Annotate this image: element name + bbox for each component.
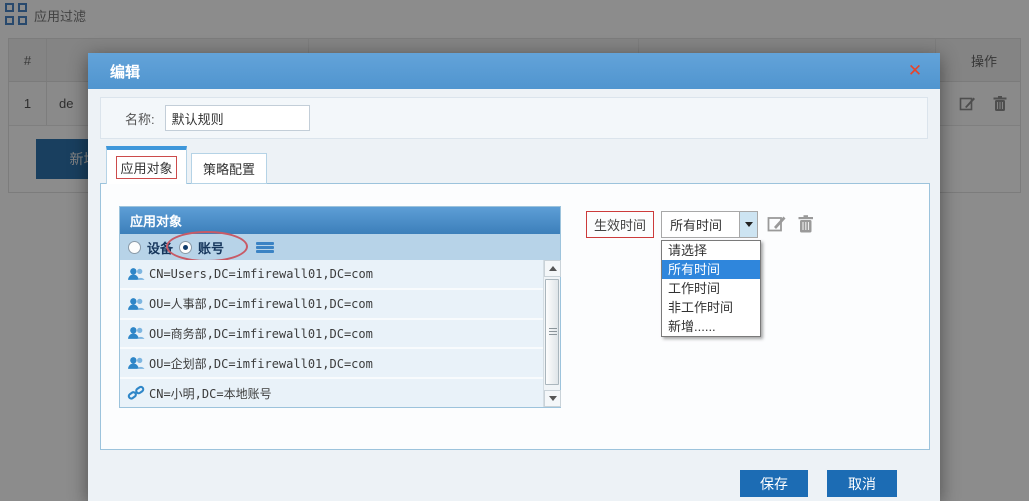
name-input[interactable] xyxy=(165,105,310,131)
name-label: 名称: xyxy=(125,109,155,128)
scrollbar-thumb[interactable] xyxy=(545,279,559,385)
list-item[interactable]: OU=人事部,DC=imfirewall01,DC=com xyxy=(120,290,543,320)
radio-account-label: 账号 xyxy=(198,238,224,257)
name-row: 名称: xyxy=(100,97,928,139)
close-icon[interactable]: ✕ xyxy=(904,60,926,82)
radio-device-label: 设备 xyxy=(147,238,173,257)
radio-device[interactable] xyxy=(128,241,141,254)
dropdown-option[interactable]: 请选择 xyxy=(662,241,760,260)
list-item[interactable]: CN=小明,DC=本地账号 xyxy=(120,379,543,407)
dropdown-option[interactable]: 新增...... xyxy=(662,317,760,336)
list-scrollbar[interactable] xyxy=(543,260,560,407)
dropdown-option[interactable]: 工作时间 xyxy=(662,279,760,298)
effective-time-dropdown: 请选择 所有时间 工作时间 非工作时间 新增...... xyxy=(661,240,761,337)
effective-time-select[interactable]: 所有时间 xyxy=(661,211,758,238)
group-icon xyxy=(127,265,145,283)
save-button[interactable]: 保存 xyxy=(740,470,808,497)
tab-apply-object[interactable]: 应用对象 xyxy=(106,146,187,184)
effective-time-label: 生效时间 xyxy=(586,211,654,238)
link-icon xyxy=(127,384,145,402)
object-type-radio-row: 设备 账号 xyxy=(120,234,560,260)
apply-object-panel-title: 应用对象 xyxy=(120,207,560,234)
cancel-button[interactable]: 取消 xyxy=(827,470,897,497)
scroll-down-icon[interactable] xyxy=(544,390,561,407)
device-list-icon[interactable] xyxy=(256,242,274,253)
list-item[interactable]: CN=Users,DC=imfirewall01,DC=com xyxy=(120,260,543,290)
radio-account[interactable] xyxy=(179,241,192,254)
edit-dialog: 编辑 ✕ 名称: 应用对象 策略配置 应用对象 设备 账号 xyxy=(88,53,940,501)
object-list: CN=Users,DC=imfirewall01,DC=com OU=人事部,D… xyxy=(120,260,560,407)
select-dropdown-button[interactable] xyxy=(739,212,757,237)
dialog-title: 编辑 xyxy=(110,61,140,82)
list-item[interactable]: OU=商务部,DC=imfirewall01,DC=com xyxy=(120,320,543,350)
group-icon xyxy=(127,324,145,342)
apply-object-panel: 应用对象 设备 账号 CN=Users,DC=imfirewall01,DC=c… xyxy=(119,206,561,408)
group-icon xyxy=(127,354,145,372)
scroll-up-icon[interactable] xyxy=(544,260,561,277)
dropdown-option-selected[interactable]: 所有时间 xyxy=(662,260,760,279)
tab-apply-object-label: 应用对象 xyxy=(116,156,176,179)
list-item[interactable]: OU=企划部,DC=imfirewall01,DC=com xyxy=(120,349,543,379)
tab-content: 应用对象 设备 账号 CN=Users,DC=imfirewall01,DC=c… xyxy=(100,183,930,450)
group-icon xyxy=(127,295,145,313)
tab-policy-config-label: 策略配置 xyxy=(203,159,255,178)
effective-time-value: 所有时间 xyxy=(662,215,739,234)
delete-time-icon[interactable] xyxy=(796,214,816,234)
dropdown-option[interactable]: 非工作时间 xyxy=(662,298,760,317)
tab-policy-config[interactable]: 策略配置 xyxy=(191,153,267,184)
edit-time-icon[interactable] xyxy=(767,214,787,234)
dialog-header: 编辑 ✕ xyxy=(88,53,940,89)
